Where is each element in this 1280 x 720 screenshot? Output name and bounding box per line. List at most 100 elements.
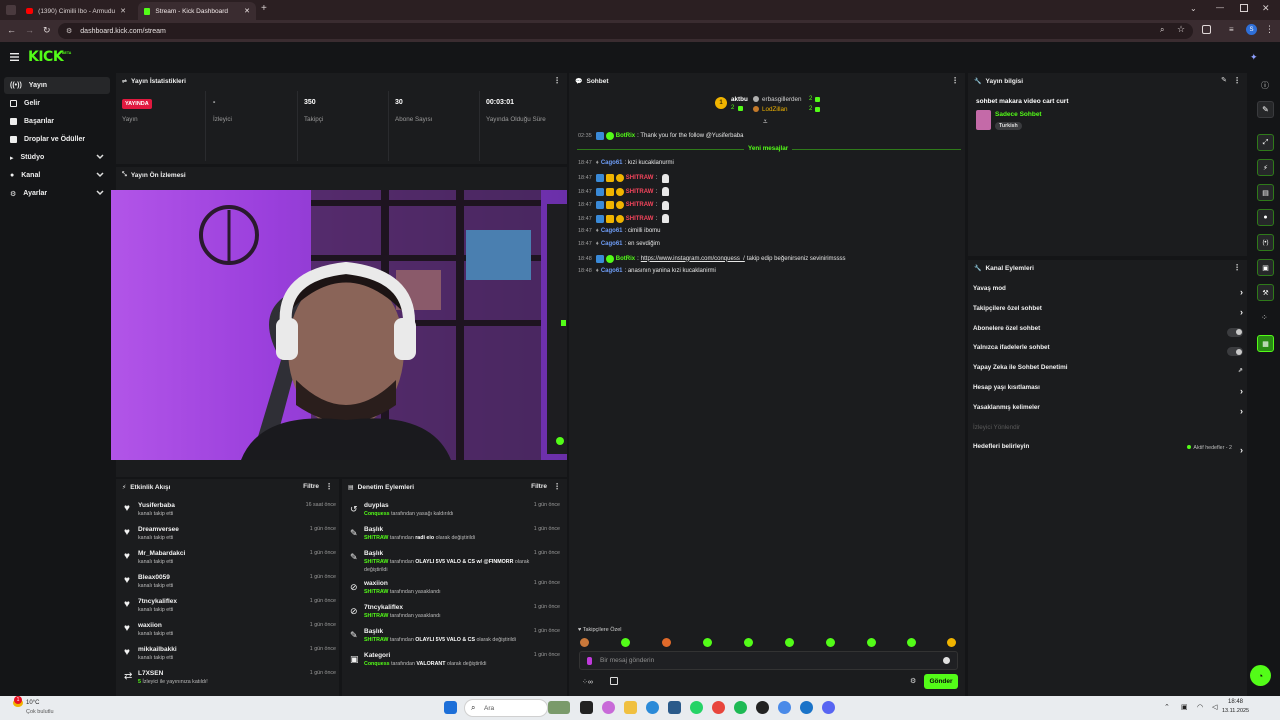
emoji-picker-icon[interactable] [943,657,950,664]
message-username[interactable]: Cago61 [601,160,623,166]
more-options-icon[interactable]: ⋮ [1233,264,1241,272]
message-username[interactable]: Cago61 [601,228,623,234]
more-options-icon[interactable]: ⋮ [325,483,333,491]
moderation-target[interactable]: 7tncykaliflex [364,604,403,611]
moderator-name[interactable]: Conquess [364,661,390,667]
message-username[interactable]: BotRix [616,133,635,139]
chrome-icon[interactable] [712,701,725,714]
channel-action-row[interactable]: Hesap yaşı kısıtlaması › [973,384,1245,400]
moderation-target[interactable]: Başlık [364,550,383,557]
obs-icon[interactable] [756,701,769,714]
wifi-icon[interactable]: ◠ [1197,703,1203,711]
message-username[interactable]: BotRix [616,256,635,262]
activity-item[interactable]: ⇄ L7XSEN 5 İzleyici ile yayınınıza katıldı… [122,669,336,691]
edit-pencil-icon[interactable]: ✎ [1221,76,1227,84]
volume-icon[interactable]: ◁ [1212,703,1217,711]
tray-app-icon[interactable]: ▣ [1181,703,1188,711]
maximize-icon[interactable] [1240,4,1248,12]
minimize-icon[interactable]: — [1216,3,1224,12]
tray-chevron-icon[interactable]: ⌃ [1164,703,1170,711]
emote-icon[interactable] [621,638,630,647]
filter-button[interactable]: Filtre [303,483,319,490]
green-rail-icon[interactable]: ▦ [1257,335,1274,352]
activity-username[interactable]: 7tncykaliflex [138,598,177,605]
activity-item[interactable]: ♥ Mr_Mabardakci kanalı takip etti 1 gün önc… [122,549,336,571]
forward-icon[interactable]: → [25,25,34,35]
more-options-icon[interactable]: ⋮ [553,77,561,85]
message-username[interactable]: Cago61 [601,268,623,274]
emote-icon[interactable] [907,638,916,647]
send-button[interactable]: Gönder [924,674,958,689]
emote-icon[interactable] [826,638,835,647]
sidebar-item-gelir[interactable]: Gelir [4,95,110,112]
moderator-name[interactable]: Conquess [364,511,390,517]
moderation-target[interactable]: Başlık [364,628,383,635]
sidebar-item-studyo[interactable]: ▸ Stüdyo [4,149,110,166]
activity-item[interactable]: ♥ 7tncykaliflex kanalı takip etti 1 gün önc… [122,597,336,619]
wrench-rail-icon[interactable]: ⚒ [1257,284,1274,301]
media-icon[interactable]: ≡ [1229,25,1234,34]
chat-input[interactable]: Bir mesaj gönderin [579,651,958,670]
channel-action-row[interactable]: Yasaklanmış kelimeler › [973,404,1245,420]
moderator-name[interactable]: SHITRAW [364,613,388,619]
expand-leaderboard-icon[interactable]: ⩡ [763,117,768,127]
discord-icon[interactable] [822,701,835,714]
back-icon[interactable]: ← [7,25,16,35]
zoom-icon[interactable]: ⌕ [1160,25,1164,35]
moderation-target[interactable]: duyplas [364,502,389,509]
channel-action-row[interactable]: Hedefleri belirleyin › Aktif hedefler - 2 [973,443,1245,459]
whatsapp-icon[interactable] [690,701,703,714]
fullscreen-rail-icon[interactable]: ⤢ [1257,134,1274,151]
moderation-item[interactable]: ✎ Başlık SHITRAW tarafından OLAYLI 5V5 VAL… [348,627,560,649]
activity-username[interactable]: Dreamversee [138,526,179,533]
moderation-target[interactable]: Kategori [364,652,390,659]
emote-icon[interactable] [785,638,794,647]
message-username[interactable]: Cago61 [601,241,623,247]
channel-action-row[interactable]: Yavaş mod › [973,285,1245,301]
activity-username[interactable]: Yusiferbaba [138,502,175,509]
windows-start-icon[interactable] [444,701,457,714]
emote-icon[interactable] [662,638,671,647]
profile-avatar[interactable]: S [1246,24,1257,35]
leader-name[interactable]: erbasgillerden [762,96,802,103]
edge-icon[interactable] [646,701,659,714]
moderation-item[interactable]: ↺ duyplas Conquess tarafından yasağı kaldı… [348,501,560,523]
taskbar-search[interactable]: ⌕ Ara [464,699,548,717]
sidebar-item-droplar[interactable]: Droplar ve Ödüller [4,131,110,148]
kick-logo[interactable]: KICK [28,49,64,65]
message-username[interactable]: SHITRAW [626,175,654,181]
activity-item[interactable]: ♥ mikkailbakki kanalı takip etti 1 gün önce [122,645,336,667]
gift-sub-icon[interactable] [610,677,618,685]
moderation-item[interactable]: ⊘ 7tncykaliflex SHITRAW tarafından yasakla… [348,603,560,625]
activity-item[interactable]: ♥ waxiion kanalı takip etti 1 gün önce [122,621,336,643]
spotify-icon[interactable] [734,701,747,714]
address-bar[interactable]: ⚙ dashboard.kick.com/stream [58,23,1193,39]
clock-date[interactable]: 13.11.2025 [1222,708,1249,714]
activity-username[interactable]: Mr_Mabardakci [138,550,185,557]
moderation-item[interactable]: ✎ Başlık SHITRAW tarafından radi eio olara… [348,525,560,547]
tab-search-icon[interactable] [6,5,16,15]
add-widget-icon[interactable]: ⁘ [1261,313,1268,322]
store-icon[interactable] [668,701,681,714]
more-options-icon[interactable]: ⋮ [1233,77,1241,85]
chrome-profile-icon[interactable] [778,701,791,714]
sidebar-item-yayin[interactable]: ((•)) Yayın [4,77,110,94]
edit-rail-icon[interactable]: ✎ [1257,101,1274,118]
close-icon[interactable]: ✕ [244,7,250,15]
category-name[interactable]: Sadece Sohbet [995,111,1042,118]
leader-name[interactable]: LodZillan [762,106,788,113]
sidebar-item-basarilar[interactable]: Başarılar [4,113,110,130]
activity-username[interactable]: mikkailbakki [138,646,177,653]
sidebar-item-kanal[interactable]: ● Kanal [4,167,110,184]
site-info-icon[interactable]: ⚙ [66,27,72,35]
sidebar-item-ayarlar[interactable]: ⚙ Ayarlar [4,185,110,202]
browser-tab-youtube[interactable]: (1390) Cimilli İbo - Armudu Bu... ✕ [20,2,132,20]
copilot-icon[interactable] [602,701,615,714]
browser-tab-kick[interactable]: Stream - Kick Dashboard ✕ [138,2,256,20]
reload-icon[interactable]: ↻ [43,25,51,36]
emote-icon[interactable] [744,638,753,647]
broadcast-rail-icon[interactable]: (•) [1257,234,1274,251]
close-icon[interactable]: ✕ [120,7,126,15]
more-options-icon[interactable]: ⋮ [553,483,561,491]
activity-username[interactable]: L7XSEN [138,670,163,677]
